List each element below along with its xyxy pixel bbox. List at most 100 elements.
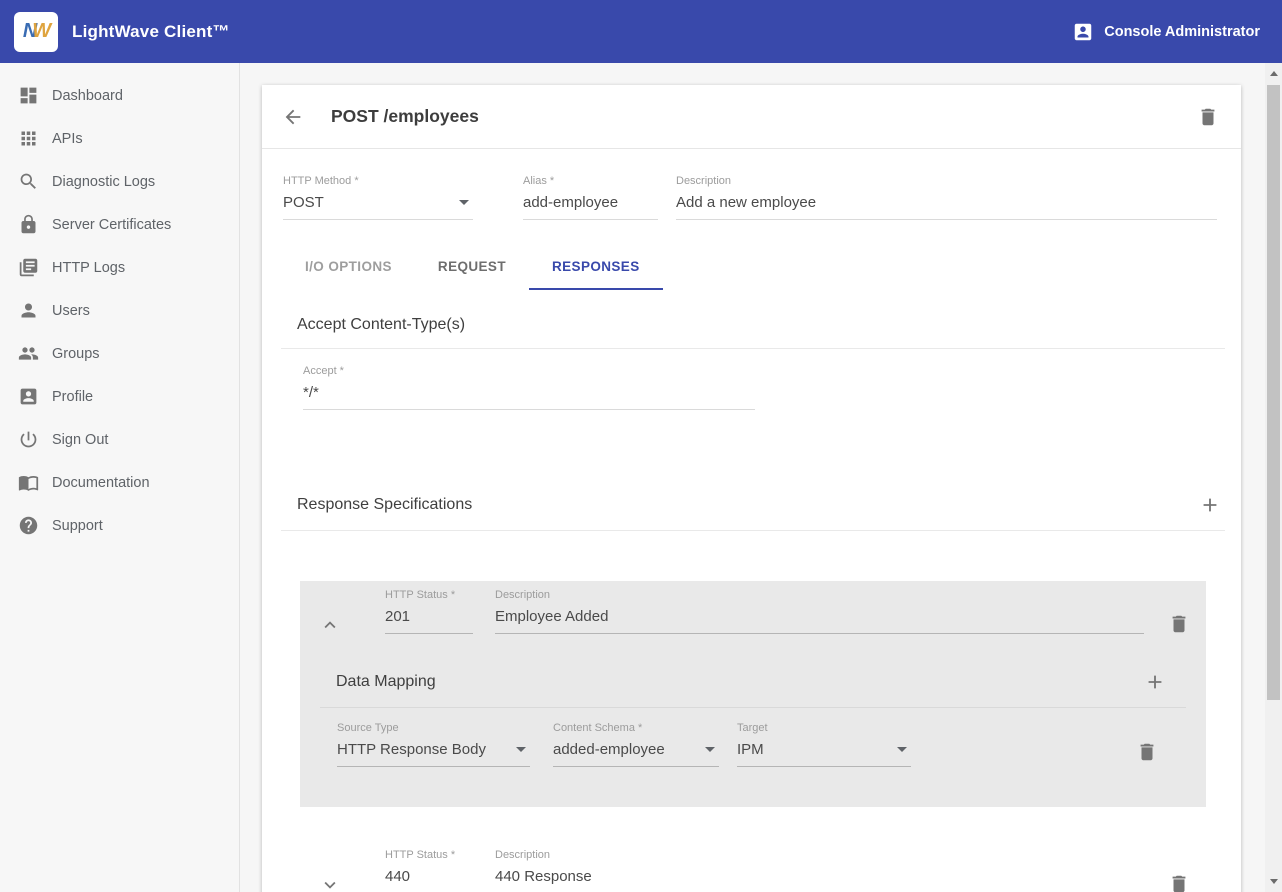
description-label: Description: [676, 175, 1217, 187]
data-mapping-title: Data Mapping: [336, 673, 436, 691]
accept-section-title: Accept Content-Type(s): [297, 316, 465, 334]
divider: [281, 348, 1225, 349]
response-spec-440: HTTP Status * 440 Description 440 Respon…: [300, 841, 1206, 892]
content-schema-label: Content Schema *: [553, 722, 719, 734]
response-spec-201: HTTP Status * 201 Description Employee A…: [300, 581, 1206, 807]
target-select[interactable]: IPM: [737, 741, 911, 767]
sidebar-item-profile[interactable]: Profile: [0, 375, 239, 418]
target-field: Target IPM: [737, 722, 911, 767]
http-method-select[interactable]: POST: [283, 194, 473, 220]
scroll-up-arrow[interactable]: [1265, 65, 1282, 82]
data-mapping-head: Data Mapping: [300, 637, 1206, 707]
response-description-input[interactable]: 440 Response: [495, 868, 1144, 892]
sidebar-item-label: Profile: [52, 389, 93, 405]
people-icon: [18, 343, 39, 364]
source-type-select[interactable]: HTTP Response Body: [337, 741, 530, 767]
sidebar-item-apis[interactable]: APIs: [0, 117, 239, 160]
content-schema-field: Content Schema * added-employee: [553, 722, 719, 767]
tab-responses[interactable]: RESPONSES: [529, 244, 663, 290]
sidebar-item-support[interactable]: Support: [0, 504, 239, 547]
accept-section-head: Accept Content-Type(s): [281, 290, 1225, 348]
book-icon: [18, 472, 39, 493]
apps-grid-icon: [18, 128, 39, 149]
sidebar-item-groups[interactable]: Groups: [0, 332, 239, 375]
response-description-value: 440 Response: [495, 868, 592, 885]
http-status-input[interactable]: 440: [385, 868, 473, 892]
delete-endpoint-button[interactable]: [1197, 106, 1219, 128]
alias-value: add-employee: [523, 194, 618, 211]
trash-icon: [1197, 106, 1219, 128]
response-description-input[interactable]: Employee Added: [495, 608, 1144, 634]
http-status-field: HTTP Status * 440: [385, 849, 473, 892]
scroll-down-arrow[interactable]: [1265, 873, 1282, 890]
accept-field: Accept * */*: [303, 365, 755, 410]
logo-letter-w: W: [32, 20, 49, 43]
sidebar-item-sign-out[interactable]: Sign Out: [0, 418, 239, 461]
delete-response-button[interactable]: [1168, 871, 1190, 892]
user-account-button[interactable]: Console Administrator: [1072, 21, 1260, 43]
dashboard-icon: [18, 85, 39, 106]
accept-value: */*: [303, 384, 319, 401]
alias-input[interactable]: add-employee: [523, 194, 658, 220]
scrollbar-thumb[interactable]: [1267, 85, 1280, 700]
person-icon: [18, 300, 39, 321]
http-status-value: 201: [385, 608, 410, 625]
expand-response-button[interactable]: [318, 873, 342, 892]
alias-field: Alias * add-employee: [523, 175, 658, 220]
tab-request[interactable]: REQUEST: [415, 244, 529, 290]
trash-icon: [1168, 613, 1190, 635]
http-method-value: POST: [283, 194, 324, 211]
lock-icon: [18, 214, 39, 235]
sidebar-item-label: HTTP Logs: [52, 260, 125, 276]
response-description-field: Description Employee Added: [495, 589, 1144, 637]
content-schema-select[interactable]: added-employee: [553, 741, 719, 767]
collapse-response-button[interactable]: [318, 613, 342, 637]
back-button[interactable]: [282, 106, 304, 128]
alias-label: Alias *: [523, 175, 658, 187]
source-type-value: HTTP Response Body: [337, 741, 486, 758]
endpoint-card: POST /employees HTTP Method * POST Alias…: [262, 85, 1241, 892]
http-status-label: HTTP Status *: [385, 589, 473, 601]
app-bar: NW LightWave Client™ Console Administrat…: [0, 0, 1282, 63]
chevron-down-icon: [897, 747, 907, 752]
add-response-button[interactable]: [1199, 494, 1221, 516]
sidebar-item-dashboard[interactable]: Dashboard: [0, 74, 239, 117]
response-row: HTTP Status * 201 Description Employee A…: [300, 581, 1206, 637]
sidebar-item-label: Groups: [52, 346, 100, 362]
sidebar-item-http-logs[interactable]: HTTP Logs: [0, 246, 239, 289]
divider: [281, 530, 1225, 531]
account-box-icon: [18, 386, 39, 407]
plus-icon: [1144, 671, 1166, 693]
sidebar-item-label: Support: [52, 518, 103, 534]
vertical-scrollbar[interactable]: [1265, 63, 1282, 892]
accept-input[interactable]: */*: [303, 384, 755, 410]
tab-io-options[interactable]: I/O OPTIONS: [282, 244, 415, 290]
http-method-label: HTTP Method *: [283, 175, 473, 187]
http-status-input[interactable]: 201: [385, 608, 473, 634]
add-data-mapping-button[interactable]: [1144, 671, 1166, 693]
sidebar-item-label: Documentation: [52, 475, 150, 491]
sidebar-item-label: Dashboard: [52, 88, 123, 104]
response-description-value: Employee Added: [495, 608, 608, 625]
sidebar: Dashboard APIs Diagnostic Logs Server Ce…: [0, 63, 240, 892]
account-box-icon: [1072, 21, 1094, 43]
sidebar-item-users[interactable]: Users: [0, 289, 239, 332]
chevron-down-icon: [705, 747, 715, 752]
accept-label: Accept *: [303, 365, 755, 377]
sidebar-item-server-certificates[interactable]: Server Certificates: [0, 203, 239, 246]
sidebar-item-label: APIs: [52, 131, 83, 147]
sidebar-item-label: Users: [52, 303, 90, 319]
page-title: POST /employees: [331, 106, 479, 127]
sidebar-item-documentation[interactable]: Documentation: [0, 461, 239, 504]
delete-response-button[interactable]: [1168, 611, 1190, 637]
sidebar-item-diagnostic-logs[interactable]: Diagnostic Logs: [0, 160, 239, 203]
response-specs-head: Response Specifications: [281, 468, 1225, 530]
trash-icon: [1168, 873, 1190, 892]
http-status-value: 440: [385, 868, 410, 885]
triangle-down-icon: [1270, 879, 1278, 884]
response-description-label: Description: [495, 589, 1144, 601]
description-input[interactable]: Add a new employee: [676, 194, 1217, 220]
response-description-label: Description: [495, 849, 1144, 861]
delete-data-mapping-button[interactable]: [1136, 736, 1158, 767]
response-row: HTTP Status * 440 Description 440 Respon…: [300, 841, 1206, 892]
